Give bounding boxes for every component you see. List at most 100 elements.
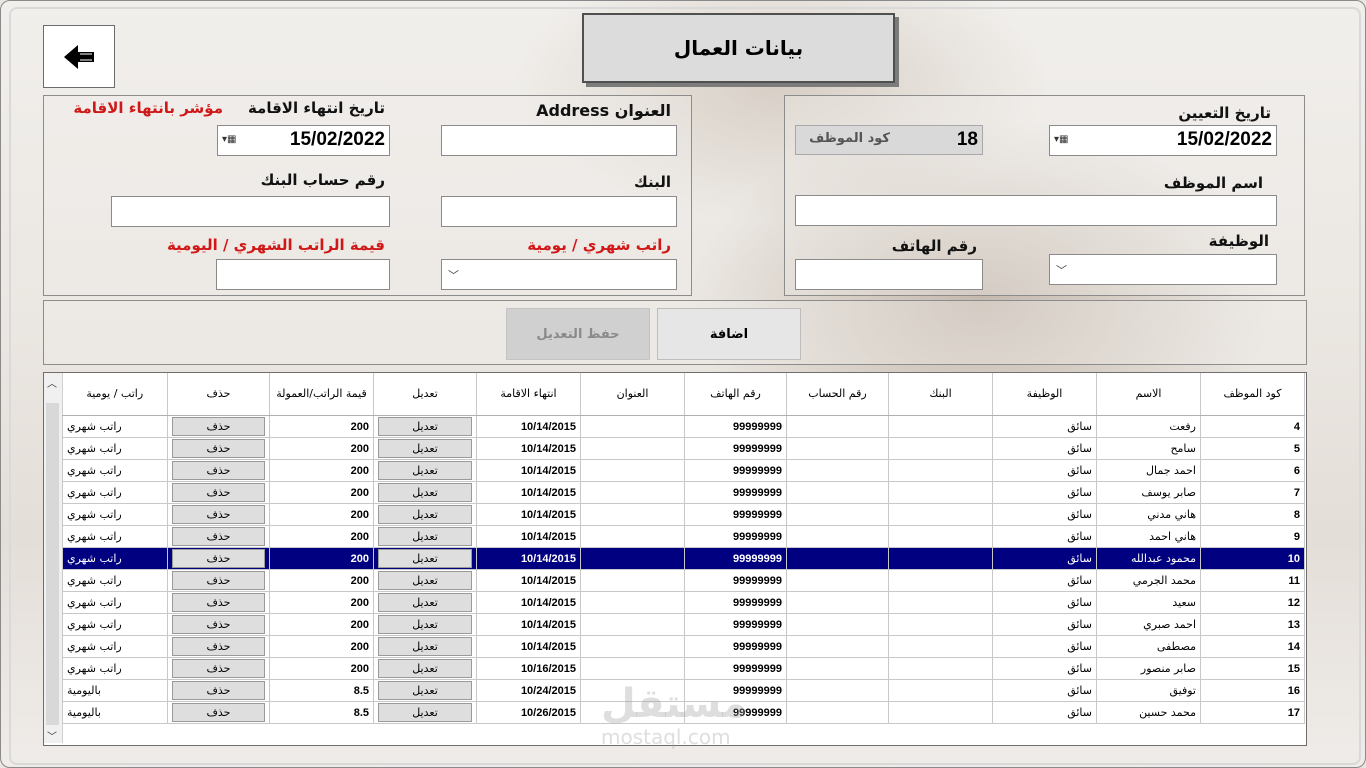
calendar-dropdown-icon[interactable]: ▾▦ [1054,134,1068,145]
address-cell[interactable] [580,569,685,592]
salary-value-cell[interactable]: 8.5 [269,701,374,724]
salary-value-cell[interactable]: 8.5 [269,679,374,702]
job-cell[interactable]: سائق [992,613,1097,636]
edit-button[interactable]: تعديل [378,593,472,612]
phone-cell[interactable]: 99999999 [684,591,787,614]
bank-cell[interactable] [888,613,993,636]
residency-end-cell[interactable]: 10/14/2015 [476,525,581,548]
name-cell[interactable]: محمود عبدالله [1096,547,1201,570]
residency-end-cell[interactable]: 10/14/2015 [476,415,581,438]
employee-code-cell[interactable]: 16 [1200,679,1305,702]
employee-code-cell[interactable]: 11 [1200,569,1305,592]
column-header[interactable]: كود الموظف [1200,373,1305,416]
bank-account-input[interactable] [111,196,390,227]
phone-cell[interactable]: 99999999 [684,437,787,460]
salary-value-input[interactable] [216,259,390,290]
scroll-down-icon[interactable]: ﹀ [47,728,57,743]
residency-end-cell[interactable]: 10/24/2015 [476,679,581,702]
name-cell[interactable]: احمد صبري [1096,613,1201,636]
salary-type-cell[interactable]: راتب شهري [62,415,168,438]
salary-value-cell[interactable]: 200 [269,459,374,482]
salary-type-cell[interactable]: راتب شهري [62,525,168,548]
table-row[interactable]: 11 محمد الجرمي سائق 99999999 10/14/2015 تعديل… [62,569,1305,592]
delete-button[interactable]: حذف [172,659,265,678]
address-cell[interactable] [580,657,685,680]
column-header[interactable]: رقم الهاتف [684,373,787,416]
job-cell[interactable]: سائق [992,437,1097,460]
account-cell[interactable] [786,569,889,592]
phone-cell[interactable]: 99999999 [684,547,787,570]
salary-type-cell[interactable]: راتب شهري [62,635,168,658]
job-cell[interactable]: سائق [992,657,1097,680]
account-cell[interactable] [786,591,889,614]
name-cell[interactable]: رفعت [1096,415,1201,438]
edit-button[interactable]: تعديل [378,417,472,436]
edit-button[interactable]: تعديل [378,439,472,458]
salary-type-cell[interactable]: راتب شهري [62,437,168,460]
account-cell[interactable] [786,701,889,724]
name-cell[interactable]: هاني احمد [1096,525,1201,548]
phone-cell[interactable]: 99999999 [684,679,787,702]
bank-input[interactable] [441,196,677,227]
bank-cell[interactable] [888,679,993,702]
salary-type-cell[interactable]: راتب شهري [62,613,168,636]
column-header[interactable]: الوظيفة [992,373,1097,416]
job-cell[interactable]: سائق [992,591,1097,614]
bank-cell[interactable] [888,459,993,482]
salary-value-cell[interactable]: 200 [269,591,374,614]
name-cell[interactable]: هاني مدني [1096,503,1201,526]
salary-value-cell[interactable]: 200 [269,657,374,680]
table-row[interactable]: 10 محمود عبدالله سائق 99999999 10/14/2015 تعد… [62,547,1305,570]
address-cell[interactable] [580,547,685,570]
table-row[interactable]: 15 صابر منصور سائق 99999999 10/16/2015 تعديل 2… [62,657,1305,680]
bank-cell[interactable] [888,437,993,460]
name-cell[interactable]: سعيد [1096,591,1201,614]
address-cell[interactable] [580,525,685,548]
job-cell[interactable]: سائق [992,503,1097,526]
phone-cell[interactable]: 99999999 [684,503,787,526]
salary-type-cell[interactable]: راتب شهري [62,547,168,570]
residency-end-cell[interactable]: 10/14/2015 [476,591,581,614]
edit-button[interactable]: تعديل [378,571,472,590]
salary-type-cell[interactable]: باليومية [62,701,168,724]
column-header[interactable]: العنوان [580,373,685,416]
table-row[interactable]: 14 مصطفى سائق 99999999 10/14/2015 تعديل 200 حذف… [62,635,1305,658]
table-row[interactable]: 6 احمد جمال سائق 99999999 10/14/2015 تعديل 200… [62,459,1305,482]
job-cell[interactable]: سائق [992,701,1097,724]
salary-value-cell[interactable]: 200 [269,415,374,438]
delete-button[interactable]: حذف [172,505,265,524]
table-row[interactable]: 5 سامح سائق 99999999 10/14/2015 تعديل 200 حذف را… [62,437,1305,460]
bank-cell[interactable] [888,481,993,504]
residency-end-cell[interactable]: 10/26/2015 [476,701,581,724]
delete-button[interactable]: حذف [172,417,265,436]
calendar-dropdown-icon[interactable]: ▾▦ [222,134,236,145]
account-cell[interactable] [786,459,889,482]
delete-button[interactable]: حذف [172,681,265,700]
table-row[interactable]: 9 هاني احمد سائق 99999999 10/14/2015 تعديل 200… [62,525,1305,548]
account-cell[interactable] [786,525,889,548]
edit-button[interactable]: تعديل [378,703,472,722]
name-cell[interactable]: سامح [1096,437,1201,460]
name-cell[interactable]: محمد حسين [1096,701,1201,724]
phone-cell[interactable]: 99999999 [684,525,787,548]
bank-cell[interactable] [888,503,993,526]
salary-value-cell[interactable]: 200 [269,569,374,592]
salary-value-cell[interactable]: 200 [269,481,374,504]
salary-type-select[interactable]: ﹀ [441,259,677,290]
phone-cell[interactable]: 99999999 [684,701,787,724]
salary-value-cell[interactable]: 200 [269,503,374,526]
table-row[interactable]: 7 صابر يوسف سائق 99999999 10/14/2015 تعديل 200… [62,481,1305,504]
edit-button[interactable]: تعديل [378,505,472,524]
salary-type-cell[interactable]: راتب شهري [62,459,168,482]
employee-code-cell[interactable]: 15 [1200,657,1305,680]
delete-button[interactable]: حذف [172,527,265,546]
residency-end-cell[interactable]: 10/16/2015 [476,657,581,680]
job-cell[interactable]: سائق [992,569,1097,592]
salary-value-cell[interactable]: 200 [269,525,374,548]
edit-button[interactable]: تعديل [378,527,472,546]
back-button[interactable] [43,25,115,88]
employee-code-cell[interactable]: 5 [1200,437,1305,460]
column-header[interactable]: انتهاء الاقامة [476,373,581,416]
table-row[interactable]: 4 رفعت سائق 99999999 10/14/2015 تعديل 200 حذف را… [62,415,1305,438]
address-cell[interactable] [580,459,685,482]
